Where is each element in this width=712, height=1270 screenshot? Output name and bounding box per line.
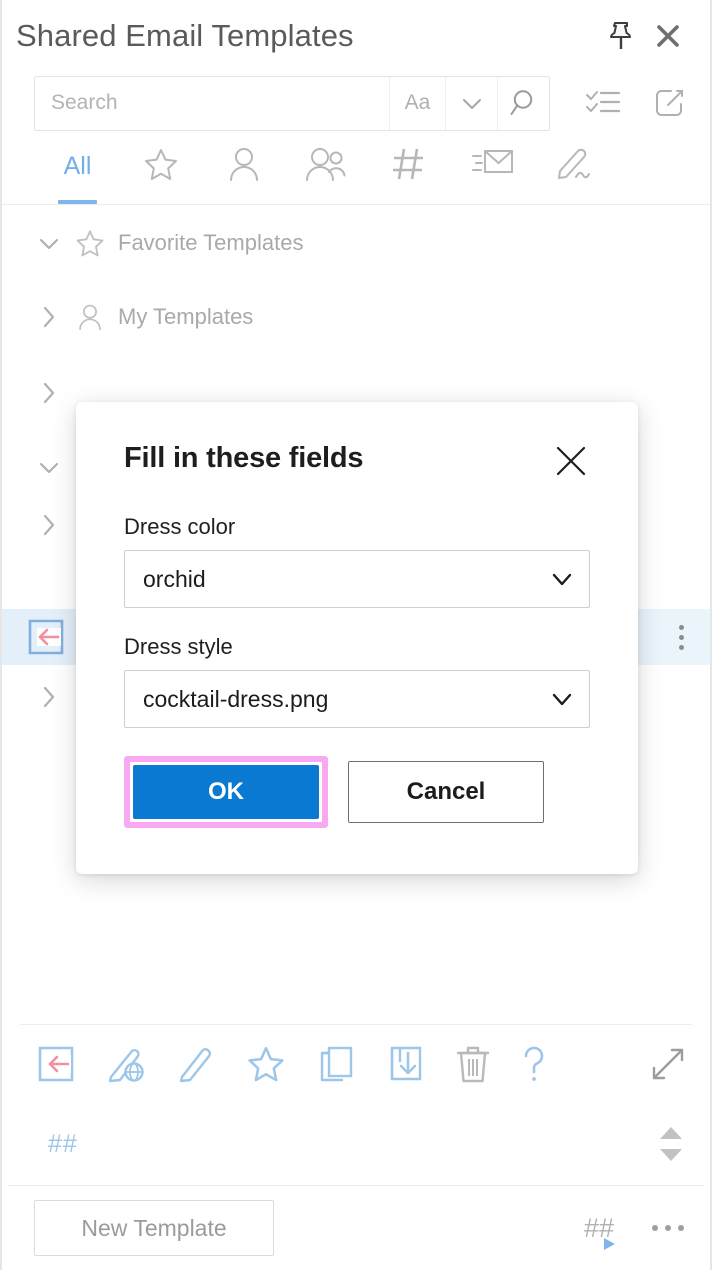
ok-button-highlight: OK bbox=[124, 756, 328, 828]
chevron-down-icon[interactable] bbox=[36, 454, 70, 480]
star-icon bbox=[143, 146, 179, 187]
hash-icon bbox=[391, 146, 429, 187]
tab-favorites[interactable] bbox=[119, 134, 202, 204]
header-tools bbox=[586, 87, 686, 119]
dialog-header: Fill in these fields bbox=[124, 442, 590, 480]
dress-style-value: cocktail-dress.png bbox=[143, 685, 329, 712]
titlebar: Shared Email Templates bbox=[2, 0, 710, 72]
insert-template-icon[interactable] bbox=[26, 618, 66, 656]
dress-style-label: Dress style bbox=[124, 634, 233, 659]
signature-pen-icon bbox=[556, 145, 596, 188]
close-icon[interactable] bbox=[656, 24, 680, 48]
checklist-icon[interactable] bbox=[586, 88, 620, 118]
insert-template-button[interactable] bbox=[36, 1045, 76, 1083]
snippet-scroll-controls bbox=[660, 1127, 690, 1161]
help-button[interactable] bbox=[520, 1044, 548, 1084]
insert-as-html-button[interactable] bbox=[106, 1044, 148, 1084]
dialog-title: Fill in these fields bbox=[124, 442, 364, 474]
close-icon[interactable] bbox=[552, 442, 590, 480]
play-triangle-icon bbox=[603, 1237, 615, 1250]
ellipsis-icon[interactable] bbox=[648, 1217, 688, 1239]
tab-snippets[interactable] bbox=[368, 134, 451, 204]
expand-arrows-icon[interactable] bbox=[648, 1044, 688, 1084]
tree-row-favorite-templates[interactable]: Favorite Templates bbox=[2, 217, 710, 269]
search-input[interactable] bbox=[35, 76, 389, 130]
save-template-button[interactable] bbox=[386, 1045, 426, 1083]
search-magnifier-icon[interactable] bbox=[497, 76, 549, 130]
titlebar-actions bbox=[608, 21, 694, 51]
people-icon bbox=[305, 146, 349, 187]
search-box[interactable]: Aa bbox=[34, 75, 550, 131]
chevron-down-icon bbox=[535, 686, 589, 712]
pin-icon[interactable] bbox=[608, 21, 634, 51]
tab-signatures[interactable] bbox=[534, 134, 617, 204]
triangle-up-icon[interactable] bbox=[660, 1127, 682, 1139]
tab-team-templates[interactable] bbox=[285, 134, 368, 204]
envelope-icon bbox=[471, 147, 514, 186]
person-icon bbox=[227, 146, 261, 187]
footer-bar: New Template ## bbox=[2, 1186, 710, 1270]
match-case-button[interactable]: Aa bbox=[389, 76, 445, 130]
dress-color-value: orchid bbox=[143, 565, 206, 592]
chevron-right-icon[interactable] bbox=[36, 380, 70, 406]
tab-bar: All bbox=[2, 134, 710, 205]
tree-label: Favorite Templates bbox=[118, 230, 304, 255]
chevron-right-icon[interactable] bbox=[36, 684, 70, 710]
row-more-menu-icon[interactable] bbox=[669, 619, 694, 656]
search-options-chevron-down-icon[interactable] bbox=[445, 76, 497, 130]
star-icon bbox=[70, 228, 110, 258]
tab-all-label: All bbox=[63, 151, 92, 180]
tab-my-templates[interactable] bbox=[202, 134, 285, 204]
tree-label: My Templates bbox=[118, 304, 254, 329]
edit-template-button[interactable] bbox=[178, 1044, 216, 1084]
page-title: Shared Email Templates bbox=[16, 18, 354, 53]
tab-mail-merge[interactable] bbox=[451, 134, 534, 204]
snippet-text: ## bbox=[48, 1129, 78, 1158]
add-to-favorites-button[interactable] bbox=[246, 1045, 286, 1083]
cancel-button[interactable]: Cancel bbox=[348, 761, 544, 823]
template-action-icons bbox=[36, 1044, 648, 1084]
dress-color-select[interactable]: orchid bbox=[124, 550, 590, 608]
fill-in-fields-dialog: Fill in these fields Dress color orchid … bbox=[76, 402, 638, 874]
external-link-icon[interactable] bbox=[654, 87, 686, 119]
dialog-actions: OK Cancel bbox=[124, 756, 590, 828]
snippet-preview-bar[interactable]: ## bbox=[8, 1103, 704, 1186]
run-snippet-button[interactable]: ## bbox=[584, 1213, 615, 1250]
triangle-down-icon[interactable] bbox=[660, 1149, 682, 1161]
chevron-right-icon[interactable] bbox=[36, 512, 70, 538]
delete-template-button[interactable] bbox=[456, 1044, 490, 1084]
person-icon bbox=[70, 303, 110, 331]
search-row: Aa bbox=[2, 72, 710, 134]
tab-all[interactable]: All bbox=[36, 134, 119, 204]
chevron-down-icon[interactable] bbox=[36, 230, 70, 256]
chevron-right-icon[interactable] bbox=[36, 304, 70, 330]
chevron-down-icon bbox=[535, 566, 589, 592]
dress-style-select[interactable]: cocktail-dress.png bbox=[124, 670, 590, 728]
template-actions-toolbar bbox=[2, 1025, 710, 1103]
tree-row-my-templates[interactable]: My Templates bbox=[2, 291, 710, 343]
footer-actions: ## bbox=[584, 1213, 688, 1250]
new-template-button[interactable]: New Template bbox=[34, 1200, 274, 1256]
copy-template-button[interactable] bbox=[316, 1045, 356, 1083]
ok-button[interactable]: OK bbox=[133, 765, 319, 819]
dress-color-label: Dress color bbox=[124, 514, 236, 539]
